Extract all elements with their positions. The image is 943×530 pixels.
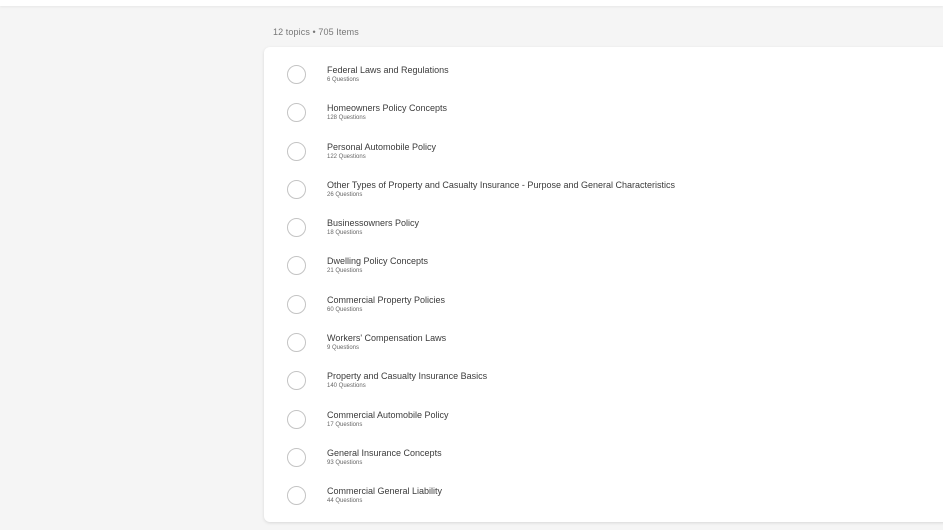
topic-title: Personal Automobile Policy — [327, 141, 437, 152]
radio-button[interactable] — [287, 294, 306, 314]
topic-list: Federal Laws and Regulations 6 Questions… — [264, 60, 943, 520]
topic-title: General Insurance Concepts — [327, 447, 442, 458]
question-count: 9 Questions — [327, 345, 360, 352]
topic-text: Property and Casualty Insurance Basics 1… — [327, 370, 487, 391]
topic-title: Federal Laws and Regulations — [327, 65, 449, 75]
topic-title: Property and Casualty Insurance Basics — [327, 371, 488, 382]
radio-button[interactable] — [287, 409, 306, 429]
topic-item-businessowners[interactable]: Businessowners Policy 18 Questions — [264, 213, 943, 251]
question-count: 44 Questions — [327, 498, 363, 505]
topic-item-other-types[interactable]: Other Types of Property and Casualty Ins… — [264, 175, 943, 213]
radio-button[interactable] — [287, 486, 306, 506]
radio-button[interactable] — [287, 333, 306, 353]
topic-text: Homeowners Policy Concepts 128 Questions — [327, 102, 447, 123]
question-count: 6 Questions — [327, 77, 360, 83]
topic-text: Commercial General Liability 44 Question… — [327, 485, 442, 506]
topic-title: Workers' Compensation Laws — [327, 333, 447, 344]
topic-text: General Insurance Concepts 93 Questions — [327, 447, 442, 468]
topic-text: Commercial Property Policies 60 Question… — [327, 294, 445, 315]
topic-text: Dwelling Policy Concepts 21 Questions — [327, 255, 428, 276]
topic-title: Commercial General Liability — [327, 486, 443, 497]
topics-card: Federal Laws and Regulations 6 Questions… — [264, 47, 943, 522]
radio-button[interactable] — [287, 141, 306, 161]
topic-item-general-insurance[interactable]: General Insurance Concepts 93 Questions — [264, 443, 943, 481]
topic-text: Personal Automobile Policy 122 Questions — [327, 141, 436, 162]
topic-item-dwelling[interactable]: Dwelling Policy Concepts 21 Questions — [264, 251, 943, 289]
topic-item-homeowners[interactable]: Homeowners Policy Concepts 128 Questions — [264, 98, 943, 136]
question-count: 21 Questions — [327, 268, 363, 275]
topic-title: Businessowners Policy — [327, 218, 420, 229]
question-count: 18 Questions — [327, 230, 363, 237]
topics-summary: 12 topics • 705 Items — [273, 27, 359, 37]
topic-text: Businessowners Policy 18 Questions — [327, 217, 419, 238]
radio-button[interactable] — [287, 218, 306, 238]
radio-button[interactable] — [287, 103, 306, 123]
question-count: 60 Questions — [327, 306, 363, 313]
topic-item-commercial-property[interactable]: Commercial Property Policies 60 Question… — [264, 290, 943, 328]
topic-title: Commercial Property Policies — [327, 294, 446, 305]
topic-title: Dwelling Policy Concepts — [327, 256, 429, 267]
question-count: 17 Questions — [327, 421, 363, 428]
topic-item-pc-basics[interactable]: Property and Casualty Insurance Basics 1… — [264, 366, 943, 404]
question-count: 140 Questions — [327, 383, 366, 390]
topic-text: Other Types of Property and Casualty Ins… — [327, 179, 675, 200]
topic-text: Workers' Compensation Laws 9 Questions — [327, 332, 446, 353]
radio-button[interactable] — [287, 371, 306, 391]
top-bar — [0, 0, 943, 6]
radio-button[interactable] — [287, 179, 306, 199]
topic-title: Homeowners Policy Concepts — [327, 103, 448, 114]
topic-item-federal-laws[interactable]: Federal Laws and Regulations 6 Questions — [264, 60, 943, 98]
radio-button[interactable] — [287, 65, 306, 84]
radio-button[interactable] — [287, 256, 306, 276]
topic-text: Federal Laws and Regulations 6 Questions — [327, 64, 449, 85]
topic-item-personal-auto[interactable]: Personal Automobile Policy 122 Questions — [264, 137, 943, 175]
topic-item-commercial-auto[interactable]: Commercial Automobile Policy 17 Question… — [264, 405, 943, 443]
question-count: 122 Questions — [327, 153, 366, 160]
topic-title: Other Types of Property and Casualty Ins… — [327, 179, 676, 190]
radio-button[interactable] — [287, 447, 306, 467]
topic-title: Commercial Automobile Policy — [327, 409, 449, 420]
topic-text: Commercial Automobile Policy 17 Question… — [327, 409, 449, 430]
topic-item-cgl[interactable]: Commercial General Liability 44 Question… — [264, 481, 943, 519]
question-count: 26 Questions — [327, 191, 363, 198]
topic-item-workers-comp[interactable]: Workers' Compensation Laws 9 Questions — [264, 328, 943, 366]
question-count: 128 Questions — [327, 115, 366, 122]
question-count: 93 Questions — [327, 459, 363, 466]
